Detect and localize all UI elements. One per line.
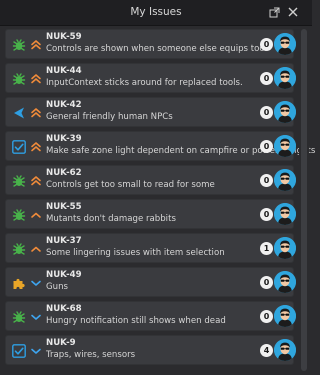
issue-key[interactable]: NUK-42 bbox=[46, 100, 82, 110]
issue-key[interactable]: NUK-39 bbox=[46, 134, 82, 144]
assignee-avatar bbox=[274, 135, 296, 157]
issue-summary: Controls get too small to read for some bbox=[46, 180, 215, 190]
assignee-avatar bbox=[274, 271, 296, 293]
issue-summary: Hungry notification still shows when dea… bbox=[46, 316, 226, 326]
priority-high-icon bbox=[30, 71, 42, 85]
issue-summary: Traps, wires, sensors bbox=[46, 350, 136, 360]
issue-card[interactable]: NUK-37 Some lingering issues with item s… bbox=[5, 233, 296, 263]
priority-high-icon bbox=[30, 105, 42, 119]
priority-high-icon bbox=[30, 173, 42, 187]
issue-card[interactable]: NUK-39 Make safe zone light dependent on… bbox=[5, 131, 315, 161]
assignee-avatar bbox=[274, 339, 296, 361]
comment-count-badge: 0 bbox=[260, 72, 273, 85]
bug-type-icon bbox=[12, 241, 26, 255]
comment-count-badge: 0 bbox=[260, 208, 273, 221]
bug-type-icon bbox=[12, 207, 26, 221]
comment-count-badge: 0 bbox=[260, 174, 273, 187]
window-titlebar: My Issues bbox=[0, 0, 312, 26]
issue-card[interactable]: NUK-59 Controls are shown when someone e… bbox=[5, 29, 296, 59]
task-type-icon bbox=[12, 139, 26, 154]
issue-key[interactable]: NUK-9 bbox=[46, 338, 76, 348]
comment-count-badge: 1 bbox=[260, 242, 273, 255]
comment-count-badge: 0 bbox=[260, 310, 273, 323]
issue-summary: InputContext sticks around for replaced … bbox=[46, 78, 243, 88]
priority-medium-icon bbox=[30, 207, 42, 221]
issue-summary: Guns bbox=[46, 282, 69, 292]
assignee-avatar bbox=[274, 237, 296, 259]
bug-type-icon bbox=[12, 71, 26, 85]
priority-low-icon bbox=[30, 343, 42, 357]
issue-card[interactable]: NUK-68 Hungry notification still shows w… bbox=[5, 301, 296, 331]
issue-card[interactable]: NUK-49 Guns 0 bbox=[5, 267, 296, 297]
priority-high-icon bbox=[30, 139, 42, 153]
epic-type-icon bbox=[12, 275, 26, 289]
scrollbar-thumb[interactable] bbox=[301, 29, 307, 371]
story-type-icon bbox=[12, 105, 26, 119]
assignee-avatar bbox=[274, 67, 296, 89]
bug-type-icon bbox=[12, 309, 26, 323]
issue-key[interactable]: NUK-44 bbox=[46, 66, 82, 76]
assignee-avatar bbox=[274, 305, 296, 327]
assignee-avatar bbox=[274, 169, 296, 191]
comment-count-badge: 0 bbox=[260, 106, 273, 119]
comment-count-badge: 0 bbox=[260, 276, 273, 289]
priority-medium-icon bbox=[30, 241, 42, 255]
task-type-icon bbox=[12, 343, 26, 358]
issue-summary: Controls are shown when someone else equ… bbox=[46, 44, 268, 54]
issue-key[interactable]: NUK-49 bbox=[46, 270, 82, 280]
issue-list: NUK-59 Controls are shown when someone e… bbox=[0, 27, 315, 375]
issue-card[interactable]: NUK-55 Mutants don't damage rabbits 0 bbox=[5, 199, 296, 229]
popout-icon[interactable] bbox=[266, 4, 282, 20]
issue-card[interactable]: NUK-9 Traps, wires, sensors 4 bbox=[5, 335, 296, 365]
close-icon[interactable] bbox=[285, 4, 301, 20]
issue-summary: Mutants don't damage rabbits bbox=[46, 214, 176, 224]
issue-key[interactable]: NUK-62 bbox=[46, 168, 82, 178]
comment-count-badge: 0 bbox=[260, 140, 273, 153]
issue-key[interactable]: NUK-37 bbox=[46, 236, 82, 246]
issue-summary: General friendly human NPCs bbox=[46, 112, 173, 122]
comment-count-badge: 4 bbox=[260, 344, 273, 357]
priority-low-icon bbox=[30, 275, 42, 289]
comment-count-badge: 0 bbox=[260, 38, 273, 51]
issue-summary: Some lingering issues with item selectio… bbox=[46, 248, 225, 258]
bug-type-icon bbox=[12, 37, 26, 51]
priority-high-icon bbox=[30, 37, 42, 51]
issue-key[interactable]: NUK-55 bbox=[46, 202, 82, 212]
issue-key[interactable]: NUK-59 bbox=[46, 32, 82, 42]
bug-type-icon bbox=[12, 173, 26, 187]
priority-low-icon bbox=[30, 309, 42, 323]
assignee-avatar bbox=[274, 33, 296, 55]
issue-card[interactable]: NUK-44 InputContext sticks around for re… bbox=[5, 63, 296, 93]
issue-card[interactable]: NUK-42 General friendly human NPCs 0 bbox=[5, 97, 296, 127]
assignee-avatar bbox=[274, 101, 296, 123]
assignee-avatar bbox=[274, 203, 296, 225]
issue-key[interactable]: NUK-68 bbox=[46, 304, 82, 314]
issue-card[interactable]: NUK-62 Controls get too small to read fo… bbox=[5, 165, 296, 195]
